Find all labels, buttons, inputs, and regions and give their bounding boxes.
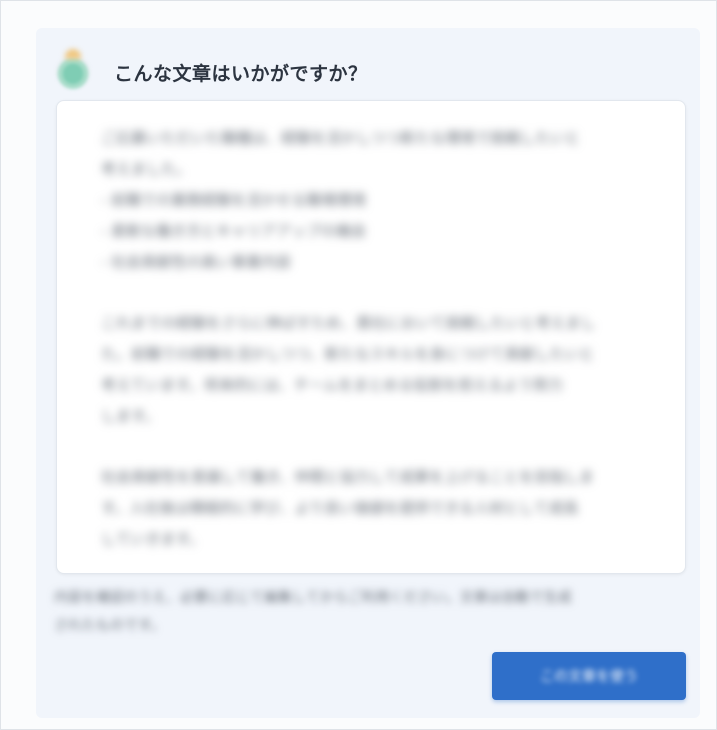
suggestion-line: す。入社後は積極的に学び、より良い価値を提供できる人材として成長 xyxy=(101,499,579,517)
disclaimer-note: 内容を確認のうえ、必要に応じて編集してからご利用ください。文章は自動で生成 され… xyxy=(54,584,680,640)
use-text-button[interactable]: この文章を使う xyxy=(492,652,686,700)
suggestion-paragraph-1: ご応募いただいた職種は、経験を活かしつつ新たな環境で挑戦したいと 考えました。 … xyxy=(101,123,661,278)
suggestion-line: これまでの経験をさらに伸ばすため、貴社において挑戦したいと考えまし xyxy=(101,314,596,332)
suggestion-text: ご応募いただいた職種は、経験を活かしつつ新たな環境で挑戦したいと 考えました。 … xyxy=(101,123,661,573)
dialog-header: こんな文章はいかがですか？ xyxy=(56,52,368,92)
suggestion-card[interactable]: ご応募いただいた職種は、経験を活かしつつ新たな環境で挑戦したいと 考えました。 … xyxy=(56,100,686,574)
suggestion-bullet: - 前職での業務経験を活かせる職場環境 xyxy=(101,191,367,209)
suggestion-bullet: - 社会貢献性の高い事業内容 xyxy=(101,253,292,271)
suggestion-bullet: - 柔軟な働き方とキャリアアップの機会 xyxy=(101,222,367,240)
suggestion-line: します。 xyxy=(101,407,160,425)
suggestion-line: していきます。 xyxy=(101,530,205,548)
use-text-button-label: この文章を使う xyxy=(540,669,638,685)
dialog-title: こんな文章はいかがですか？ xyxy=(114,62,368,85)
suggestion-paragraph-2: これまでの経験をさらに伸ばすため、貴社において挑戦したいと考えまし た。前職での… xyxy=(101,308,661,432)
note-line: 内容を確認のうえ、必要に応じて編集してからご利用ください。文章は自動で生成 xyxy=(54,590,572,606)
suggestion-line: 考えています。将来的には、チームをまとめる役割を担えるよう努力 xyxy=(101,376,563,394)
note-line: されたものです。 xyxy=(54,618,165,634)
suggestion-line: た。前職での経験を活かしつつ、新たなスキルを身につけて貢献したいと xyxy=(101,345,595,363)
suggestion-paragraph-3: 社会貢献性を意識して働き、仲間と協力して成果を上げることを目指しま す。入社後は… xyxy=(101,462,661,555)
suggestion-line: 社会貢献性を意識して働き、仲間と協力して成果を上げることを目指しま xyxy=(101,468,595,486)
suggestion-line: ご応募いただいた職種は、経験を活かしつつ新たな環境で挑戦したいと xyxy=(101,129,581,147)
assistant-avatar-icon xyxy=(56,55,90,89)
suggestion-line: 考えました。 xyxy=(101,160,192,178)
